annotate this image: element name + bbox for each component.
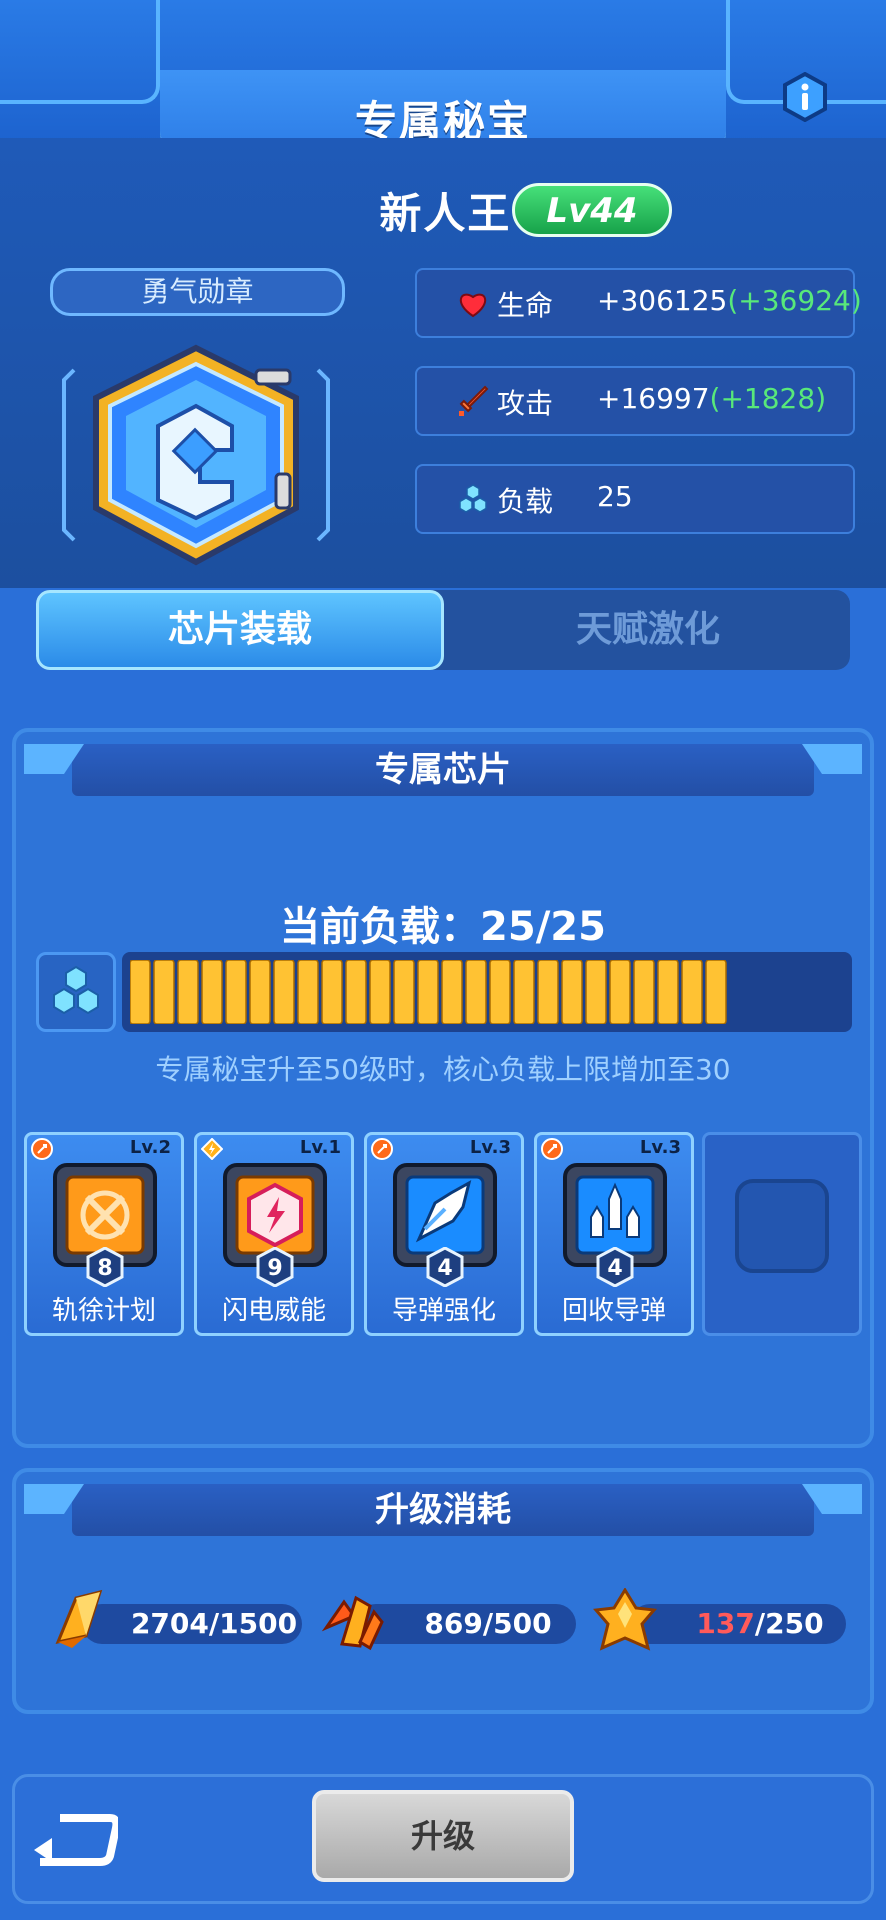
heart-icon: [457, 287, 489, 319]
svg-text:8: 8: [97, 1256, 112, 1281]
load-segment: [369, 960, 391, 1024]
empty-slot-icon: [735, 1179, 829, 1273]
load-segment: [417, 960, 439, 1024]
load-segment: [513, 960, 535, 1024]
info-icon: [783, 71, 827, 123]
stat-row-load: 负载 25: [415, 464, 855, 534]
load-segment: [249, 960, 271, 1024]
load-segment: [273, 960, 295, 1024]
load-segment: [321, 960, 343, 1024]
load-segment: [609, 960, 631, 1024]
lightning-type-icon: [201, 1138, 223, 1160]
cost-amount: 137/250: [696, 1607, 824, 1640]
crystal-cluster-icon: [321, 1595, 384, 1651]
load-segment: [705, 960, 727, 1024]
load-segment: [153, 960, 175, 1024]
crystal-icon: [55, 1589, 103, 1648]
load-segment: [441, 960, 463, 1024]
chip-card[interactable]: Lv.3 4 导弹强化: [364, 1132, 524, 1336]
chip-section-title: 专属芯片: [72, 744, 814, 796]
back-arrow-icon: [34, 1814, 121, 1866]
load-segment: [537, 960, 559, 1024]
chip-cost-badge: 4: [426, 1247, 464, 1287]
load-segment: [130, 960, 151, 1024]
load-segment: [489, 960, 511, 1024]
rocket-type-icon: [541, 1138, 563, 1160]
rocket-type-icon: [371, 1138, 393, 1160]
corner-decoration: [24, 744, 84, 774]
chip-level: Lv.2: [129, 1137, 171, 1158]
load-progress-fill: [130, 960, 727, 1024]
load-segment: [393, 960, 415, 1024]
medal-name-tag: 勇气勋章: [50, 268, 345, 316]
back-button[interactable]: [30, 1808, 121, 1868]
load-segment: [465, 960, 487, 1024]
chip-cost-badge: 8: [86, 1247, 124, 1287]
load-segment: [561, 960, 583, 1024]
load-segment: [585, 960, 607, 1024]
chip-level: Lv.1: [299, 1137, 341, 1158]
stat-label: 负载: [497, 485, 554, 518]
load-segment: [633, 960, 655, 1024]
stat-value: +16997(+1828): [597, 382, 827, 415]
level-badge: Lv44: [512, 183, 672, 237]
corner-decoration: [802, 1484, 862, 1514]
load-segment: [177, 960, 199, 1024]
cost-amount: 2704/1500: [130, 1607, 298, 1640]
load-segment: [657, 960, 679, 1024]
empty-chip-slot[interactable]: [702, 1132, 862, 1336]
stat-bonus: (+1828): [709, 382, 827, 415]
load-progress-bar: [122, 952, 852, 1032]
corner-decoration: [802, 744, 862, 774]
svg-text:9: 9: [267, 1256, 282, 1281]
chip-cost-badge: 9: [256, 1247, 294, 1287]
stat-row-attack: 攻击 +16997(+1828): [415, 366, 855, 436]
chip-section: [12, 728, 874, 1448]
load-segment: [297, 960, 319, 1024]
rocket-type-icon: [31, 1138, 53, 1160]
chip-level: Lv.3: [639, 1137, 681, 1158]
upgrade-cost-title: 升级消耗: [72, 1484, 814, 1536]
chip-card[interactable]: Lv.2 8 轨徐计划: [24, 1132, 184, 1336]
cost-pill: 869/500: [356, 1604, 576, 1644]
gold-ore-icon: [593, 1588, 657, 1651]
load-hint-text: 专属秘宝升至50级时，核心负载上限增加至30: [155, 1053, 731, 1086]
stat-value: +306125(+36924): [597, 284, 862, 317]
stat-label: 生命: [497, 289, 554, 322]
chip-name: 导弹强化: [391, 1296, 496, 1326]
cost-pill: 2704/1500: [82, 1604, 302, 1644]
hexagon-cluster-icon: [53, 965, 99, 1015]
stat-bonus: (+36924): [727, 284, 862, 317]
load-segment: [225, 960, 247, 1024]
chip-cost-badge: 4: [596, 1247, 634, 1287]
stat-value: 25: [597, 480, 633, 513]
info-button[interactable]: [780, 71, 830, 123]
chip-level: Lv.3: [469, 1137, 511, 1158]
stat-row-hp: 生命 +306125(+36924): [415, 268, 862, 338]
tab-talent-activation[interactable]: 天赋激化: [446, 590, 850, 670]
current-load-label: 当前负载：25/25: [280, 904, 606, 950]
load-segment: [201, 960, 223, 1024]
load-segment: [681, 960, 703, 1024]
cost-pill: 137/250: [630, 1604, 846, 1644]
cost-amount: 869/500: [424, 1607, 552, 1640]
svg-text:4: 4: [437, 1256, 452, 1281]
chip-name: 轨徐计划: [51, 1296, 156, 1326]
corner-decoration: [24, 1484, 84, 1514]
chip-card[interactable]: Lv.1 9 闪电威能: [194, 1132, 354, 1336]
chip-name: 回收导弹: [561, 1296, 666, 1326]
svg-text:4: 4: [607, 1256, 622, 1281]
medal-image[interactable]: [60, 340, 332, 570]
upgrade-button[interactable]: 升级: [312, 1790, 574, 1882]
hexagon-cluster-icon: [457, 483, 489, 515]
sword-icon: [457, 385, 489, 417]
medal-icon: [62, 344, 330, 566]
tab-chip-loading[interactable]: 芯片装载: [36, 590, 444, 670]
chip-name: 闪电威能: [221, 1296, 326, 1326]
stat-label: 攻击: [497, 387, 554, 420]
load-segment: [345, 960, 367, 1024]
load-icon-box: [36, 952, 116, 1032]
chip-card[interactable]: Lv.3 4 回收导弹: [534, 1132, 694, 1336]
